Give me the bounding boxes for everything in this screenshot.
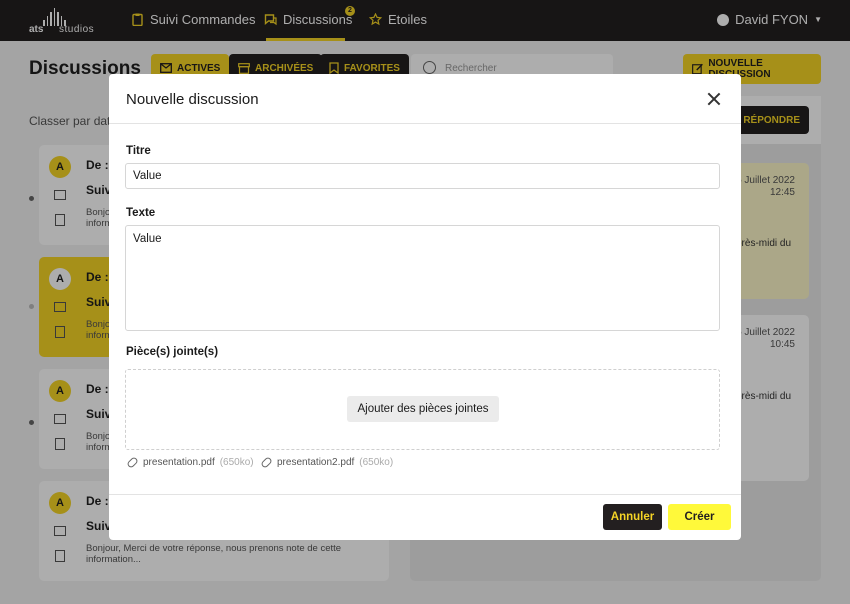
attachment-file[interactable]: presentation2.pdf (650ko) (260, 456, 394, 469)
file-size: (650ko) (219, 457, 254, 468)
attachments-label: Pièce(s) jointe(s) (126, 346, 219, 358)
file-size: (650ko) (359, 457, 394, 468)
new-discussion-modal: Nouvelle discussion Titre Value Texte Va… (109, 74, 741, 540)
attachment-dropzone[interactable]: Ajouter des pièces jointes (125, 369, 720, 450)
paperclip-icon (126, 456, 139, 469)
modal-title: Nouvelle discussion (126, 91, 259, 108)
text-label: Texte (126, 207, 156, 219)
file-name: presentation.pdf (143, 457, 215, 468)
title-label: Titre (126, 145, 151, 157)
create-button[interactable]: Créer (668, 504, 731, 530)
divider (109, 123, 741, 124)
title-input[interactable]: Value (125, 163, 720, 189)
text-textarea[interactable]: Value (125, 225, 720, 331)
close-icon[interactable] (705, 90, 723, 108)
add-attachments-button[interactable]: Ajouter des pièces jointes (347, 396, 499, 422)
file-name: presentation2.pdf (277, 457, 355, 468)
paperclip-icon (260, 456, 273, 469)
cancel-button[interactable]: Annuler (603, 504, 662, 530)
attachment-file[interactable]: presentation.pdf (650ko) (126, 456, 254, 469)
divider (109, 494, 741, 495)
